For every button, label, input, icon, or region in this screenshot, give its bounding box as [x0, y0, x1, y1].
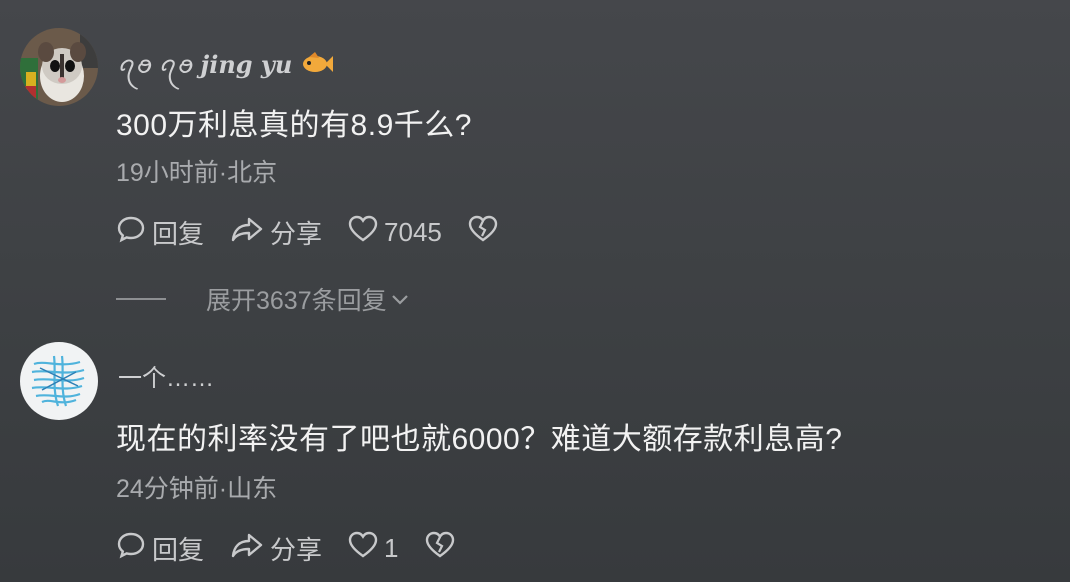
- comment-meta: 19小时前·北京: [116, 159, 278, 187]
- comment-bubble-icon: [116, 530, 152, 567]
- avatar-image: [20, 342, 98, 420]
- avatar[interactable]: [20, 342, 98, 420]
- share-arrow-icon: [230, 214, 270, 251]
- fish-emoji-icon: [301, 50, 333, 83]
- dislike-button[interactable]: [468, 214, 504, 251]
- share-button[interactable]: 分享: [230, 214, 322, 251]
- nickname-prefix: ꪖꪮ ꪖꪮ: [118, 52, 194, 79]
- comment-text: 300万利息真的有8.9千么?: [116, 109, 472, 142]
- reply-button[interactable]: 回复: [116, 214, 204, 251]
- like-count: 1: [384, 533, 399, 563]
- comment-meta: 24分钟前·山东: [116, 475, 278, 503]
- reply-label: 回复: [152, 219, 205, 249]
- reply-button[interactable]: 回复: [116, 530, 204, 567]
- chevron-down-icon: [391, 285, 409, 314]
- share-arrow-icon: [230, 530, 270, 567]
- avatar[interactable]: [20, 28, 98, 106]
- heart-icon: [348, 530, 384, 567]
- nickname[interactable]: 一个……: [118, 358, 214, 393]
- divider-line: [116, 298, 166, 300]
- nickname-main: jing yu: [200, 50, 293, 79]
- nickname[interactable]: ꪖꪮ ꪖꪮ jing yu: [118, 41, 333, 92]
- broken-heart-icon: [468, 214, 504, 251]
- expand-replies-button[interactable]: 展开3637条回复: [116, 281, 409, 317]
- avatar-image: [20, 28, 98, 106]
- reply-label: 回复: [152, 535, 205, 565]
- like-button[interactable]: 7045: [348, 214, 442, 251]
- share-label: 分享: [270, 535, 323, 565]
- comment-text: 现在的利率没有了吧也就6000？难道大额存款利息高?: [116, 423, 843, 456]
- action-bar: 回复 分享 1: [116, 530, 487, 567]
- like-button[interactable]: 1: [348, 530, 399, 567]
- broken-heart-icon: [425, 530, 461, 567]
- share-button[interactable]: 分享: [230, 530, 322, 567]
- like-count: 7045: [384, 217, 442, 247]
- comment-bubble-icon: [116, 214, 152, 251]
- share-label: 分享: [270, 219, 323, 249]
- heart-icon: [348, 214, 384, 251]
- dislike-button[interactable]: [425, 530, 461, 567]
- expand-label: 展开3637条回复: [206, 287, 387, 315]
- action-bar: 回复 分享 7045: [116, 214, 530, 251]
